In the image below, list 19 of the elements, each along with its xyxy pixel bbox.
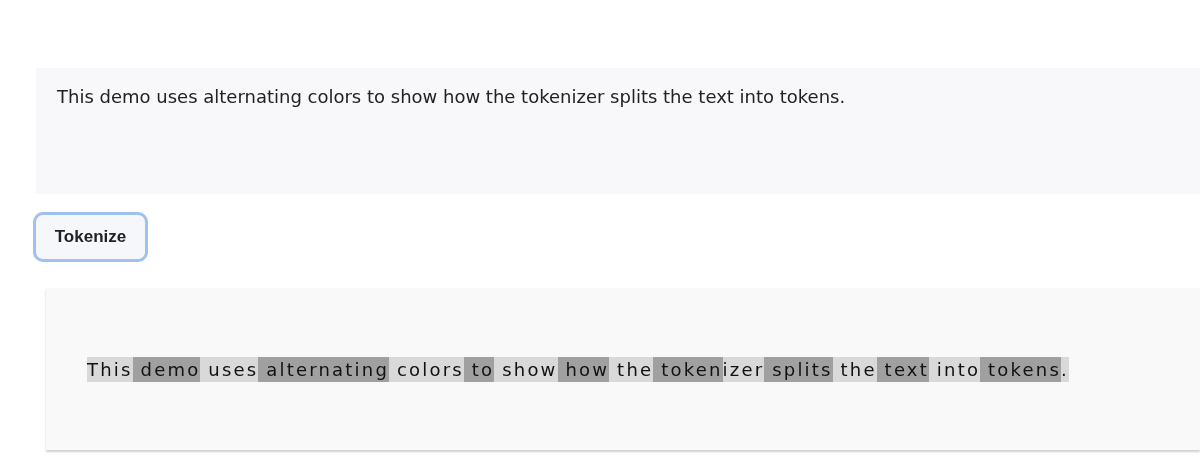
token: . bbox=[1061, 356, 1069, 382]
token: the bbox=[609, 356, 654, 382]
token: into bbox=[928, 356, 981, 382]
token: token bbox=[653, 356, 723, 382]
token: This bbox=[87, 356, 133, 382]
token: show bbox=[494, 356, 558, 382]
token: colors bbox=[389, 356, 464, 382]
tokenize-button[interactable]: Tokenize bbox=[33, 212, 148, 262]
token: how bbox=[557, 356, 610, 382]
token: izer bbox=[722, 356, 765, 382]
token: the bbox=[832, 356, 877, 382]
token: tokens bbox=[980, 356, 1061, 382]
token: uses bbox=[200, 356, 259, 382]
token: demo bbox=[132, 356, 201, 382]
token: text bbox=[876, 356, 929, 382]
token: splits bbox=[764, 356, 833, 382]
token: to bbox=[463, 356, 495, 382]
token: alternating bbox=[258, 356, 390, 382]
text-input-field[interactable]: This demo uses alternating colors to show how the tokenizer splits the text into tokens. bbox=[36, 68, 1200, 194]
